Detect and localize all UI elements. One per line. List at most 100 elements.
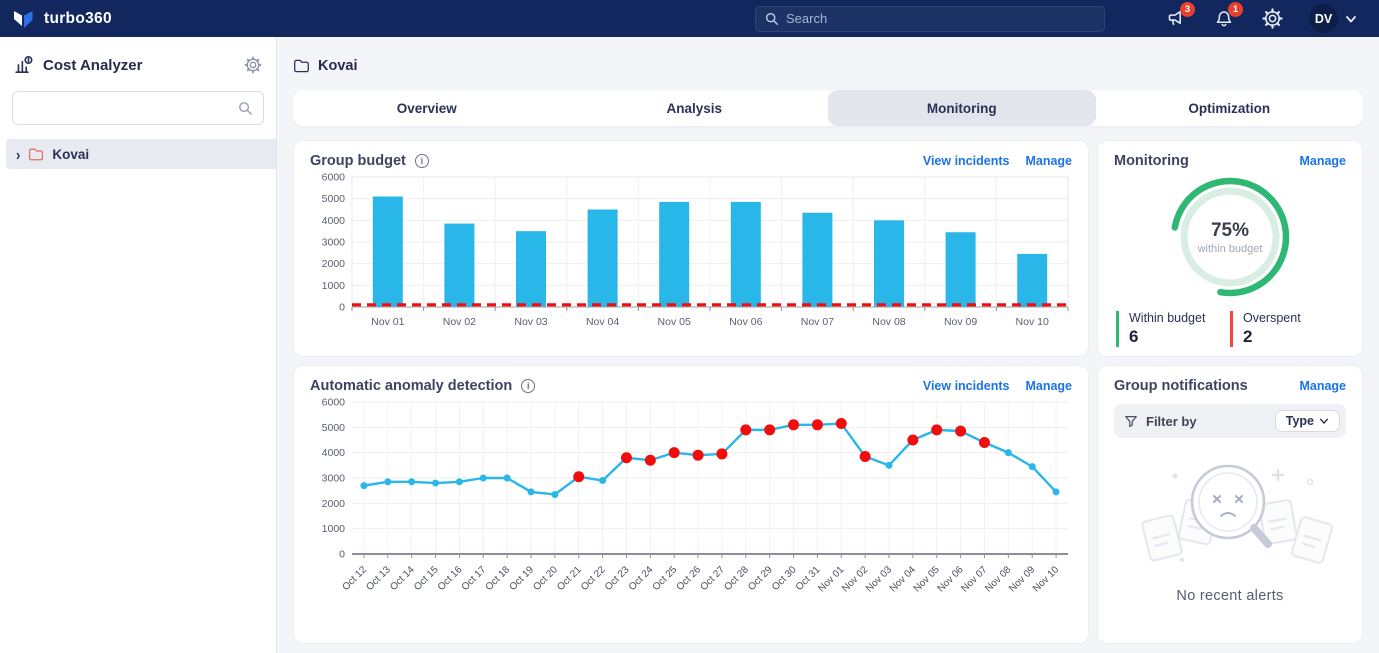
svg-text:5000: 5000 xyxy=(322,193,346,205)
anomaly-title: Automatic anomaly detection xyxy=(310,378,512,394)
settings-button[interactable] xyxy=(1261,8,1283,30)
main-content: Kovai Overview Analysis Monitoring Optim… xyxy=(277,37,1379,653)
svg-text:0: 0 xyxy=(339,302,345,314)
monitoring-card: Monitoring Manage 75% within budget xyxy=(1097,140,1363,357)
page-title: Kovai xyxy=(318,58,358,74)
svg-text:2000: 2000 xyxy=(322,258,346,270)
folder-icon xyxy=(293,57,310,74)
sidebar: Cost Analyzer › xyxy=(0,37,277,653)
gear-icon xyxy=(1262,8,1283,29)
info-icon[interactable]: i xyxy=(415,154,429,168)
gauge-caption: within budget xyxy=(1198,243,1263,255)
filter-icon xyxy=(1124,414,1138,428)
sidebar-search-input[interactable] xyxy=(23,101,238,116)
svg-text:Oct 13: Oct 13 xyxy=(364,564,393,593)
manage-link[interactable]: Manage xyxy=(1025,154,1072,168)
svg-text:0: 0 xyxy=(339,549,345,561)
empty-state-text: No recent alerts xyxy=(1176,588,1283,604)
svg-text:Nov 09: Nov 09 xyxy=(944,316,977,328)
search-icon xyxy=(238,101,253,116)
chevron-down-icon xyxy=(1319,416,1329,426)
svg-text:2000: 2000 xyxy=(322,498,346,510)
announcements-button[interactable]: 3 xyxy=(1165,8,1187,30)
notifications-button[interactable]: 1 xyxy=(1213,8,1235,30)
svg-text:3000: 3000 xyxy=(322,473,346,485)
tab-bar: Overview Analysis Monitoring Optimizatio… xyxy=(293,90,1363,126)
announcements-badge: 3 xyxy=(1180,2,1195,17)
sidebar-item-kovai[interactable]: › Kovai xyxy=(6,139,276,169)
tree-expand-icon[interactable]: › xyxy=(16,145,20,163)
svg-text:Oct 12: Oct 12 xyxy=(340,564,369,593)
cost-analyzer-icon xyxy=(14,55,34,75)
global-search-input[interactable] xyxy=(786,11,1095,26)
svg-text:3000: 3000 xyxy=(322,237,346,249)
group-budget-bar-chart: 0100020003000400050006000Nov 01Nov 02Nov… xyxy=(310,169,1074,337)
svg-text:Oct 24: Oct 24 xyxy=(627,564,656,593)
manage-link[interactable]: Manage xyxy=(1299,154,1346,168)
svg-text:Oct 17: Oct 17 xyxy=(460,564,489,593)
svg-text:5000: 5000 xyxy=(322,422,346,434)
stat-overspent: Overspent 2 xyxy=(1230,311,1344,347)
svg-text:Nov 08: Nov 08 xyxy=(872,316,905,328)
avatar[interactable]: DV xyxy=(1309,4,1338,33)
anomaly-line-chart: 0100020003000400050006000Oct 12Oct 13Oct… xyxy=(310,394,1074,622)
info-icon[interactable]: i xyxy=(521,379,535,393)
notifications-badge: 1 xyxy=(1228,2,1243,17)
user-menu[interactable]: DV xyxy=(1309,4,1357,33)
svg-text:Oct 27: Oct 27 xyxy=(698,564,727,593)
sidebar-title: Cost Analyzer xyxy=(43,57,235,74)
svg-text:Oct 29: Oct 29 xyxy=(746,564,775,593)
filter-by-label: Filter by xyxy=(1146,414,1267,429)
tree-item-label: Kovai xyxy=(52,147,89,162)
budget-gauge: 75% within budget xyxy=(1164,171,1296,303)
group-notifications-card: Group notifications Manage Filter by Typ… xyxy=(1097,365,1363,644)
svg-text:Oct 22: Oct 22 xyxy=(579,564,608,593)
svg-text:6000: 6000 xyxy=(322,397,346,409)
type-filter-button[interactable]: Type xyxy=(1275,410,1340,432)
tab-overview[interactable]: Overview xyxy=(293,90,561,126)
group-budget-title: Group budget xyxy=(310,153,406,169)
view-incidents-link[interactable]: View incidents xyxy=(923,154,1010,168)
tab-monitoring[interactable]: Monitoring xyxy=(828,90,1096,126)
svg-text:Oct 19: Oct 19 xyxy=(508,564,537,593)
svg-text:Oct 28: Oct 28 xyxy=(722,564,751,593)
svg-text:Oct 18: Oct 18 xyxy=(484,564,513,593)
svg-text:Nov 01: Nov 01 xyxy=(371,316,404,328)
svg-text:Oct 25: Oct 25 xyxy=(651,564,680,593)
gauge-percent: 75% xyxy=(1211,220,1249,242)
top-bar: turbo360 3 1 xyxy=(0,0,1379,37)
svg-text:Oct 20: Oct 20 xyxy=(531,564,560,593)
notifications-filter-bar: Filter by Type xyxy=(1114,404,1346,438)
svg-text:Oct 16: Oct 16 xyxy=(436,564,465,593)
svg-text:Oct 23: Oct 23 xyxy=(603,564,632,593)
view-incidents-link[interactable]: View incidents xyxy=(923,379,1010,393)
brand-name: turbo360 xyxy=(44,10,112,28)
svg-text:Nov 10: Nov 10 xyxy=(1031,564,1061,594)
sidebar-search[interactable] xyxy=(12,91,264,125)
manage-link[interactable]: Manage xyxy=(1025,379,1072,393)
svg-text:Oct 21: Oct 21 xyxy=(555,564,584,593)
brand[interactable]: turbo360 xyxy=(12,7,112,30)
tab-analysis[interactable]: Analysis xyxy=(561,90,829,126)
svg-text:Nov 06: Nov 06 xyxy=(729,316,762,328)
anomaly-detection-card: Automatic anomaly detection i View incid… xyxy=(293,365,1089,644)
notifications-title: Group notifications xyxy=(1114,378,1248,394)
global-search[interactable] xyxy=(755,6,1105,32)
svg-text:1000: 1000 xyxy=(322,280,346,292)
no-alerts-illustration xyxy=(1120,450,1340,578)
svg-text:Nov 02: Nov 02 xyxy=(443,316,476,328)
svg-text:4000: 4000 xyxy=(322,447,346,459)
svg-text:Nov 04: Nov 04 xyxy=(586,316,619,328)
group-budget-card: Group budget i View incidents Manage 0 10… xyxy=(293,140,1089,357)
svg-text:Oct 15: Oct 15 xyxy=(412,564,441,593)
tab-optimization[interactable]: Optimization xyxy=(1096,90,1364,126)
svg-text:Oct 14: Oct 14 xyxy=(388,564,417,593)
sidebar-settings-icon[interactable] xyxy=(244,56,262,74)
stat-within-budget: Within budget 6 xyxy=(1116,311,1230,347)
svg-text:Oct 30: Oct 30 xyxy=(770,564,799,593)
search-icon xyxy=(765,12,779,26)
manage-link[interactable]: Manage xyxy=(1299,379,1346,393)
svg-text:Nov 10: Nov 10 xyxy=(1016,316,1049,328)
svg-text:1000: 1000 xyxy=(322,523,346,535)
svg-text:Nov 07: Nov 07 xyxy=(801,316,834,328)
